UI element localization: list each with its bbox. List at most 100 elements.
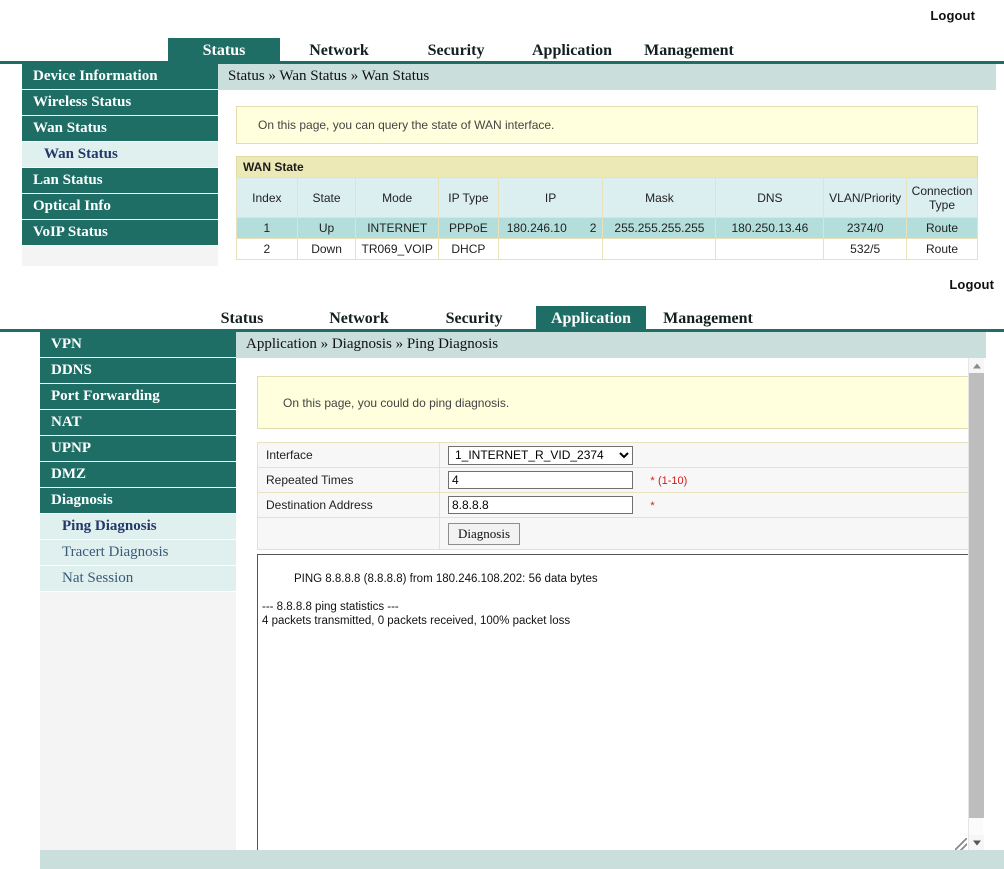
form-row-repeated-times: Repeated Times * (1-10)	[257, 467, 969, 493]
cell-conn-type: Route	[906, 217, 978, 239]
interface-label: Interface	[257, 442, 440, 468]
info-box: On this page, you can query the state of…	[236, 106, 978, 144]
tab-network[interactable]: Network	[291, 38, 387, 64]
col-dns: DNS	[715, 177, 825, 218]
ping-result-output[interactable]: PING 8.8.8.8 (8.8.8.8) from 180.246.108.…	[257, 554, 969, 852]
cell-mode: INTERNET	[355, 217, 440, 239]
repeated-times-input[interactable]	[448, 471, 633, 489]
wan-status-page: Logout Status Network Security Applicati…	[0, 0, 1004, 266]
logout-link[interactable]: Logout	[949, 277, 994, 292]
scroll-up-button[interactable]	[969, 358, 984, 373]
top-navbar: Status Network Security Application Mana…	[0, 38, 1004, 64]
col-index: Index	[236, 177, 298, 218]
destination-address-label: Destination Address	[257, 492, 440, 518]
tab-status[interactable]: Status	[190, 306, 294, 332]
cell-ip: 180.246.10 2	[497, 217, 604, 239]
bottom-sidebar: VPN DDNS Port Forwarding NAT UPNP DMZ Di…	[40, 332, 236, 850]
top-panel: On this page, you can query the state of…	[218, 90, 996, 260]
sidebar-item-ddns[interactable]: DDNS	[40, 358, 236, 384]
ping-form: Interface 1_INTERNET_R_VID_2374 Repeated…	[257, 442, 969, 550]
sidebar-item-optical-info[interactable]: Optical Info	[22, 194, 218, 220]
sidebar-subitem-ping-diagnosis[interactable]: Ping Diagnosis	[40, 514, 236, 540]
form-row-interface: Interface 1_INTERNET_R_VID_2374	[257, 442, 969, 468]
logout-link[interactable]: Logout	[930, 8, 975, 23]
repeated-times-label: Repeated Times	[257, 467, 440, 493]
diagnosis-button[interactable]: Diagnosis	[448, 522, 520, 545]
table-row[interactable]: 1 Up INTERNET PPPoE 180.246.10 2 255.255…	[236, 217, 978, 239]
form-row-submit: Diagnosis	[257, 517, 969, 550]
sidebar-item-upnp[interactable]: UPNP	[40, 436, 236, 462]
sidebar-subitem-tracert-diagnosis[interactable]: Tracert Diagnosis	[40, 540, 236, 566]
submit-spacer	[257, 517, 440, 550]
sidebar-item-device-information[interactable]: Device Information	[22, 64, 218, 90]
destination-address-cell: *	[439, 492, 969, 518]
tab-application[interactable]: Application	[536, 306, 646, 332]
vertical-scrollbar[interactable]	[968, 358, 984, 850]
repeated-times-range-hint: (1-10)	[657, 475, 688, 487]
interface-select[interactable]: 1_INTERNET_R_VID_2374	[448, 445, 633, 465]
sidebar-item-voip-status[interactable]: VoIP Status	[22, 220, 218, 246]
top-logout-row: Logout	[0, 0, 1004, 38]
col-ip-type: IP Type	[438, 177, 499, 218]
bottom-panel: On this page, you could do ping diagnosi…	[236, 358, 986, 852]
submit-cell: Diagnosis	[439, 517, 969, 550]
cell-ip-type: DHCP	[438, 238, 499, 260]
top-content: Status » Wan Status » Wan Status On this…	[218, 64, 996, 260]
cell-ip	[497, 238, 604, 260]
cell-mask: 255.255.255.255	[602, 217, 717, 239]
form-row-destination-address: Destination Address *	[257, 492, 969, 518]
col-ip: IP	[497, 177, 604, 218]
sidebar-subitem-wan-status[interactable]: Wan Status	[22, 142, 218, 168]
info-box: On this page, you could do ping diagnosi…	[257, 376, 969, 429]
sidebar-item-diagnosis[interactable]: Diagnosis	[40, 488, 236, 514]
destination-address-input[interactable]	[448, 496, 633, 514]
cell-dns: 180.250.13.46	[715, 217, 825, 239]
cell-conn-type: Route	[906, 238, 978, 260]
footer-bar	[40, 850, 1004, 869]
cell-index: 1	[236, 217, 298, 239]
resize-grip-icon[interactable]	[955, 838, 967, 850]
col-state: State	[296, 177, 357, 218]
tab-management[interactable]: Management	[634, 38, 744, 64]
interface-cell: 1_INTERNET_R_VID_2374	[439, 442, 969, 468]
tab-application[interactable]: Application	[518, 38, 626, 64]
tab-status[interactable]: Status	[168, 38, 280, 64]
cell-dns	[715, 238, 825, 260]
sidebar-tail	[22, 246, 218, 266]
cell-ip-type: PPPoE	[438, 217, 499, 239]
breadcrumb: Application » Diagnosis » Ping Diagnosis	[236, 332, 986, 358]
sidebar-tail	[40, 592, 236, 840]
cell-ip-value: 180.246.10	[506, 221, 567, 235]
sidebar-subitem-nat-session[interactable]: Nat Session	[40, 566, 236, 592]
cell-state: Down	[296, 238, 357, 260]
cell-vlan: 532/5	[823, 238, 908, 260]
sidebar-item-dmz[interactable]: DMZ	[40, 462, 236, 488]
scrollbar-thumb[interactable]	[969, 373, 984, 818]
sidebar-item-lan-status[interactable]: Lan Status	[22, 168, 218, 194]
repeated-times-cell: * (1-10)	[439, 467, 969, 493]
bottom-frame: VPN DDNS Port Forwarding NAT UPNP DMZ Di…	[0, 332, 1004, 869]
wan-state-title: WAN State	[236, 156, 978, 177]
sidebar-item-port-forwarding[interactable]: Port Forwarding	[40, 384, 236, 410]
cell-mask	[602, 238, 717, 260]
sidebar-item-wan-status[interactable]: Wan Status	[22, 116, 218, 142]
cell-index: 2	[236, 238, 298, 260]
tab-network[interactable]: Network	[310, 306, 408, 332]
tab-security[interactable]: Security	[425, 306, 523, 332]
col-vlan-priority: VLAN/Priority	[823, 177, 908, 218]
tab-management[interactable]: Management	[652, 306, 764, 332]
col-mask: Mask	[602, 177, 717, 218]
sidebar-item-nat[interactable]: NAT	[40, 410, 236, 436]
ping-result-text: PING 8.8.8.8 (8.8.8.8) from 180.246.108.…	[262, 573, 598, 627]
tab-security[interactable]: Security	[408, 38, 504, 64]
bottom-logout-row: Logout	[0, 266, 1004, 306]
sidebar-item-vpn[interactable]: VPN	[40, 332, 236, 358]
ping-diagnosis-page: Logout Status Network Security Applicati…	[0, 266, 1004, 869]
table-header-row: Index State Mode IP Type IP Mask DNS VLA…	[236, 177, 978, 218]
col-mode: Mode	[355, 177, 440, 218]
top-sidebar: Device Information Wireless Status Wan S…	[22, 64, 218, 266]
repeated-times-required-marker: *	[650, 475, 655, 487]
destination-address-required-marker: *	[650, 500, 655, 512]
sidebar-item-wireless-status[interactable]: Wireless Status	[22, 90, 218, 116]
table-row[interactable]: 2 Down TR069_VOIP DHCP 532/5 Route	[236, 238, 978, 260]
